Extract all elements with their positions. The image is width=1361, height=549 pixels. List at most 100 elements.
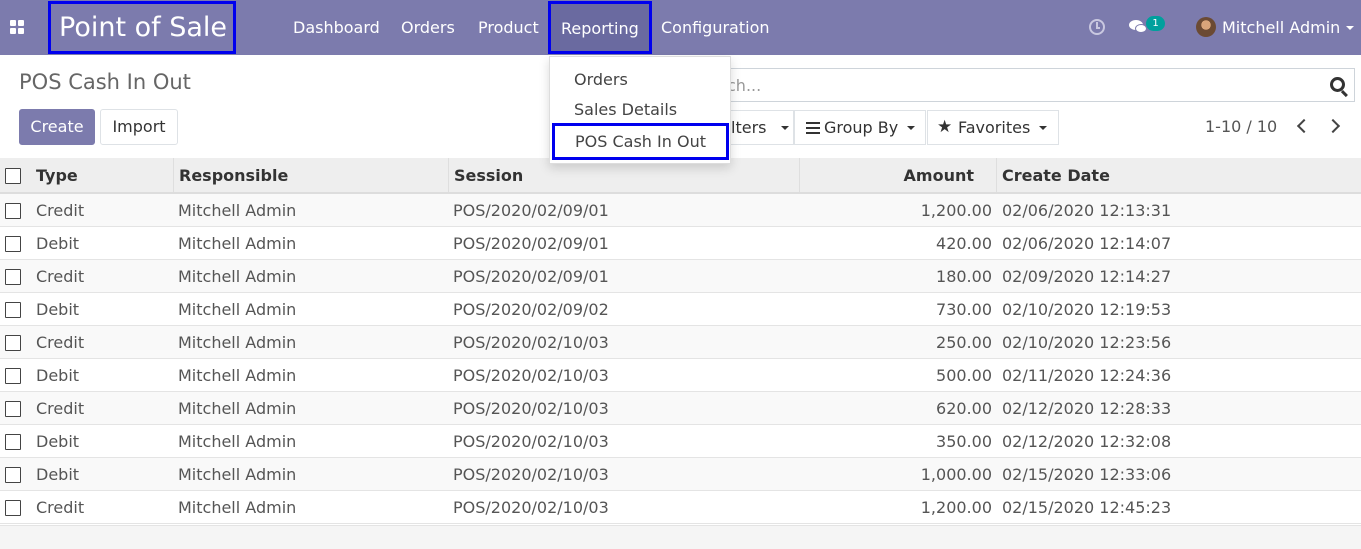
table-row[interactable]: Credit Mitchell Admin POS/2020/02/10/03 620… — [0, 392, 1361, 425]
chat-count-badge: 1 — [1146, 16, 1165, 31]
cell-create-date: 02/06/2020 12:13:31 — [1002, 201, 1172, 220]
favorites-button[interactable]: ★ Favorites — [927, 110, 1059, 145]
row-checkbox[interactable] — [5, 434, 21, 450]
cell-session: POS/2020/02/09/02 — [453, 300, 609, 319]
row-checkbox[interactable] — [5, 500, 21, 516]
cell-amount: 420.00 — [936, 234, 992, 253]
apps-menu-icon[interactable] — [10, 20, 26, 34]
create-button[interactable]: Create — [19, 109, 95, 145]
cell-create-date: 02/10/2020 12:23:56 — [1002, 333, 1172, 352]
cell-responsible: Mitchell Admin — [178, 300, 297, 319]
cell-type: Debit — [36, 234, 80, 253]
row-checkbox[interactable] — [5, 203, 21, 219]
user-caret-icon[interactable] — [1346, 26, 1354, 30]
cell-amount: 250.00 — [936, 333, 992, 352]
cell-session: POS/2020/02/10/03 — [453, 333, 609, 352]
cell-amount: 180.00 — [936, 267, 992, 286]
cell-session: POS/2020/02/10/03 — [453, 498, 609, 517]
table-row[interactable]: Debit Mitchell Admin POS/2020/02/10/03 500.… — [0, 359, 1361, 392]
cell-responsible: Mitchell Admin — [178, 267, 297, 286]
cell-session: POS/2020/02/10/03 — [453, 366, 609, 385]
table-row[interactable]: Credit Mitchell Admin POS/2020/02/10/03 1,2… — [0, 491, 1361, 524]
search-placeholder: ch... — [727, 76, 762, 95]
row-checkbox[interactable] — [5, 236, 21, 252]
table-row[interactable]: Credit Mitchell Admin POS/2020/02/09/01 180… — [0, 260, 1361, 293]
row-checkbox[interactable] — [5, 401, 21, 417]
table-row[interactable]: Credit Mitchell Admin POS/2020/02/09/01 1,2… — [0, 194, 1361, 227]
pager-value[interactable]: 1-10 / 10 — [1205, 117, 1277, 136]
menu-product[interactable]: Product — [478, 0, 539, 55]
menu-configuration[interactable]: Configuration — [661, 0, 770, 55]
cell-session: POS/2020/02/09/01 — [453, 201, 609, 220]
cell-type: Credit — [36, 201, 85, 220]
cell-type: Credit — [36, 267, 85, 286]
select-all-checkbox[interactable] — [5, 168, 21, 184]
table-row[interactable]: Debit Mitchell Admin POS/2020/02/09/01 420.… — [0, 227, 1361, 260]
cell-session: POS/2020/02/09/01 — [453, 267, 609, 286]
row-checkbox[interactable] — [5, 269, 21, 285]
menu-reporting[interactable]: Reporting — [548, 1, 652, 54]
menu-orders[interactable]: Orders — [401, 0, 455, 55]
star-icon: ★ — [937, 117, 953, 137]
pager-previous-icon[interactable] — [1296, 118, 1312, 134]
column-type[interactable]: Type — [29, 158, 174, 192]
cell-type: Debit — [36, 300, 80, 319]
dropdown-item-orders[interactable]: Orders — [550, 65, 730, 95]
cell-amount: 350.00 — [936, 432, 992, 451]
cell-type: Debit — [36, 432, 80, 451]
cell-responsible: Mitchell Admin — [178, 465, 297, 484]
chat-icon[interactable] — [1129, 20, 1147, 34]
cell-create-date: 02/12/2020 12:32:08 — [1002, 432, 1172, 451]
cell-session: POS/2020/02/09/01 — [453, 234, 609, 253]
import-button[interactable]: Import — [100, 109, 178, 145]
page-title: POS Cash In Out — [19, 70, 191, 94]
column-create-date[interactable]: Create Date — [997, 158, 1361, 192]
cell-amount: 500.00 — [936, 366, 992, 385]
cell-responsible: Mitchell Admin — [178, 234, 297, 253]
cell-responsible: Mitchell Admin — [178, 333, 297, 352]
dropdown-item-sales-details[interactable]: Sales Details — [550, 95, 730, 125]
dropdown-item-pos-cash-in-out[interactable]: POS Cash In Out — [552, 123, 729, 160]
cell-create-date: 02/11/2020 12:24:36 — [1002, 366, 1172, 385]
search-input[interactable]: ch... — [700, 68, 1355, 102]
search-icon[interactable] — [1330, 77, 1345, 92]
table-row[interactable]: Debit Mitchell Admin POS/2020/02/10/03 1,00… — [0, 458, 1361, 491]
reporting-dropdown-menu: Orders Sales Details POS Cash In Out — [549, 56, 731, 164]
filters-label: lters — [731, 118, 767, 137]
cell-create-date: 02/09/2020 12:14:27 — [1002, 267, 1172, 286]
table-row[interactable]: Credit Mitchell Admin POS/2020/02/10/03 250… — [0, 326, 1361, 359]
cell-amount: 620.00 — [936, 399, 992, 418]
column-responsible[interactable]: Responsible — [174, 158, 449, 192]
user-menu[interactable]: Mitchell Admin — [1222, 0, 1340, 55]
cell-responsible: Mitchell Admin — [178, 201, 297, 220]
row-checkbox[interactable] — [5, 335, 21, 351]
cell-create-date: 02/12/2020 12:28:33 — [1002, 399, 1172, 418]
activity-clock-icon[interactable] — [1089, 19, 1105, 35]
user-avatar[interactable] — [1196, 17, 1216, 37]
cell-session: POS/2020/02/10/03 — [453, 432, 609, 451]
cell-create-date: 02/10/2020 12:19:53 — [1002, 300, 1172, 319]
top-navbar: Point of Sale Dashboard Orders Product R… — [0, 0, 1361, 55]
cell-type: Debit — [36, 366, 80, 385]
chevron-down-icon — [1039, 126, 1047, 130]
cell-type: Debit — [36, 465, 80, 484]
cell-amount: 1,200.00 — [920, 498, 992, 517]
chevron-down-icon — [781, 126, 789, 130]
menu-dashboard[interactable]: Dashboard — [293, 0, 380, 55]
cell-type: Credit — [36, 333, 85, 352]
cell-create-date: 02/15/2020 12:33:06 — [1002, 465, 1172, 484]
table-row[interactable]: Debit Mitchell Admin POS/2020/02/09/02 730.… — [0, 293, 1361, 326]
row-checkbox[interactable] — [5, 467, 21, 483]
app-title[interactable]: Point of Sale — [48, 1, 236, 54]
favorites-label: Favorites — [958, 118, 1031, 137]
cell-type: Credit — [36, 399, 85, 418]
column-amount[interactable]: Amount — [800, 158, 997, 192]
cell-type: Credit — [36, 498, 85, 517]
group-by-button[interactable]: Group By — [794, 110, 926, 145]
cell-create-date: 02/06/2020 12:14:07 — [1002, 234, 1172, 253]
pager-next-icon[interactable] — [1325, 118, 1341, 134]
row-checkbox[interactable] — [5, 368, 21, 384]
row-checkbox[interactable] — [5, 302, 21, 318]
table-row[interactable]: Debit Mitchell Admin POS/2020/02/10/03 350.… — [0, 425, 1361, 458]
cell-create-date: 02/15/2020 12:45:23 — [1002, 498, 1172, 517]
